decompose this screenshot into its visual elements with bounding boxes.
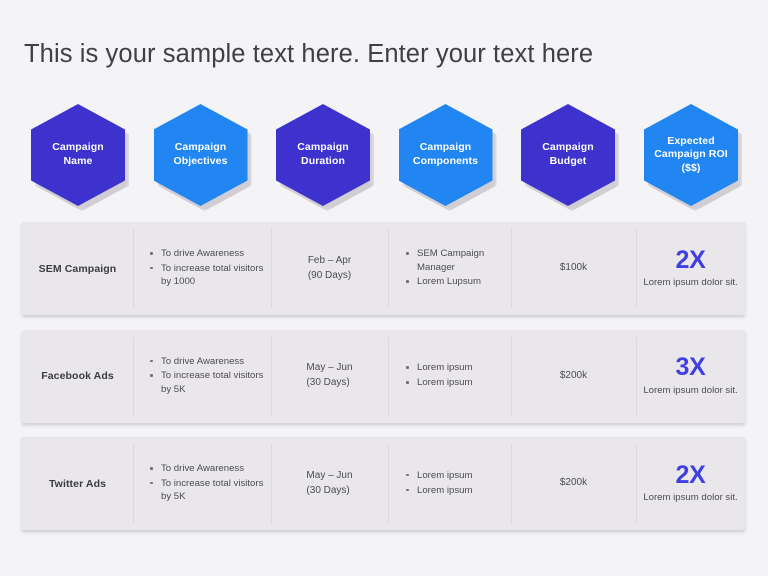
cell-campaign-name: SEM Campaign [22, 222, 133, 315]
hexagon-header-label: Campaign Budget [542, 141, 594, 167]
hexagon-header-4[interactable]: Campaign Components [398, 104, 497, 211]
budget-value: $200k [559, 369, 588, 381]
components-list: SEM Campaign Manager Lorem Lupsum [405, 247, 511, 290]
cell-campaign-duration: Feb – Apr (90 Days) [271, 222, 388, 315]
duration-block: Feb – Apr (90 Days) [308, 254, 351, 284]
roi-value: 3X [675, 353, 706, 382]
cell-campaign-budget: $200k [511, 330, 636, 423]
objectives-list: To drive Awareness To increase total visi… [149, 247, 271, 290]
components-list: Lorem ipsum Lorem ipsum [405, 469, 511, 498]
hexagon-header-5[interactable]: Campaign Budget [521, 104, 619, 211]
duration-block: May – Jun (30 Days) [306, 469, 352, 499]
cell-expected-roi: 2X Lorem ipsum dolor sit. [636, 222, 745, 315]
budget-value: $100k [559, 262, 588, 274]
components-list: Lorem ipsum Lorem ipsum [405, 361, 511, 390]
hexagon-header-6[interactable]: Expected Campaign ROI ($$) [644, 104, 742, 211]
cell-campaign-budget: $100k [511, 222, 636, 315]
list-item: To drive Awareness [149, 462, 271, 476]
table-row[interactable]: Twitter Ads To drive Awareness To increase… [22, 437, 745, 530]
cell-expected-roi: 3X Lorem ipsum dolor sit. [636, 330, 745, 423]
cell-campaign-components: SEM Campaign Manager Lorem Lupsum [388, 222, 511, 315]
duration-days: (30 Days) [306, 484, 350, 496]
list-item: Lorem ipsum [405, 361, 511, 375]
roi-value: 2X [675, 460, 706, 489]
campaign-name-text: Facebook Ads [41, 370, 114, 382]
objectives-list: To drive Awareness To increase total visi… [149, 462, 271, 505]
roi-value: 2X [675, 245, 706, 274]
duration-range: Feb – Apr [307, 254, 352, 266]
cell-campaign-budget: $200k [511, 437, 636, 530]
cell-campaign-objectives: To drive Awareness To increase total visi… [133, 222, 271, 315]
cell-campaign-duration: May – Jun (30 Days) [271, 437, 388, 530]
hexagon-header-label: Expected Campaign ROI ($$) [654, 134, 728, 174]
cell-campaign-objectives: To drive Awareness To increase total visi… [133, 330, 271, 423]
duration-days: (30 Days) [306, 377, 350, 388]
list-item: Lorem ipsum [405, 376, 511, 390]
table-row-cells: SEM Campaign To drive Awareness To increas… [22, 222, 745, 315]
list-item: To drive Awareness [149, 247, 271, 261]
objectives-list: To drive Awareness To increase total visi… [149, 355, 271, 398]
cell-campaign-name: Twitter Ads [22, 437, 133, 530]
hexagon-header-3[interactable]: Campaign Duration [276, 104, 374, 211]
table-row-cells: Facebook Ads To drive Awareness To increas… [22, 330, 745, 423]
cell-campaign-components: Lorem ipsum Lorem ipsum [388, 330, 511, 423]
list-item: Lorem Lupsum [405, 275, 511, 289]
hexagon-header-1[interactable]: Campaign Name [31, 104, 129, 211]
list-item: Lorem ipsum [405, 469, 511, 483]
duration-range: May – Jun [306, 469, 353, 481]
page-title: This is your sample text here. Enter you… [24, 40, 594, 68]
hexagon-header-label: Campaign Duration [297, 141, 349, 167]
duration-block: May – Jun (30 Days) [306, 361, 352, 391]
roi-note: Lorem ipsum dolor sit. [643, 492, 738, 504]
list-item: To increase total visitors by 5K [149, 477, 271, 504]
hexagon-header-2[interactable]: Campaign Objectives [153, 104, 252, 211]
campaign-name-text: Twitter Ads [48, 477, 107, 490]
list-item: Lorem ipsum [405, 484, 511, 498]
list-item: To increase total visitors by 1000 [149, 262, 271, 289]
duration-days: (90 Days) [307, 269, 352, 281]
roi-note: Lorem ipsum dolor sit. [643, 277, 738, 289]
hexagon-header-row: Campaign Name Campaign Objectives Campaign… [0, 104, 768, 211]
list-item: To increase total visitors by 5K [149, 369, 271, 396]
roi-note: Lorem ipsum dolor sit. [643, 384, 738, 396]
slide-canvas: This is your sample text here. Enter you… [0, 0, 768, 576]
duration-range: May – Jun [306, 362, 353, 374]
cell-campaign-components: Lorem ipsum Lorem ipsum [388, 437, 511, 530]
table-row[interactable]: Facebook Ads To drive Awareness To increas… [22, 329, 745, 423]
cell-campaign-objectives: To drive Awareness To increase total visi… [133, 437, 271, 530]
cell-campaign-duration: May – Jun (30 Days) [271, 330, 388, 423]
hexagon-header-label: Campaign Name [52, 141, 104, 167]
list-item: To drive Awareness [149, 355, 271, 369]
table-row[interactable]: SEM Campaign To drive Awareness To increas… [22, 222, 745, 315]
hexagon-header-label: Campaign Components [412, 141, 479, 167]
budget-value: $200k [559, 477, 588, 489]
list-item: SEM Campaign Manager [405, 247, 511, 274]
cell-campaign-name: Facebook Ads [22, 330, 133, 423]
table-row-cells: Twitter Ads To drive Awareness To increase… [22, 437, 745, 530]
hexagon-header-label: Campaign Objectives [173, 141, 228, 167]
campaign-name-text: SEM Campaign [38, 262, 117, 275]
cell-expected-roi: 2X Lorem ipsum dolor sit. [636, 437, 745, 530]
